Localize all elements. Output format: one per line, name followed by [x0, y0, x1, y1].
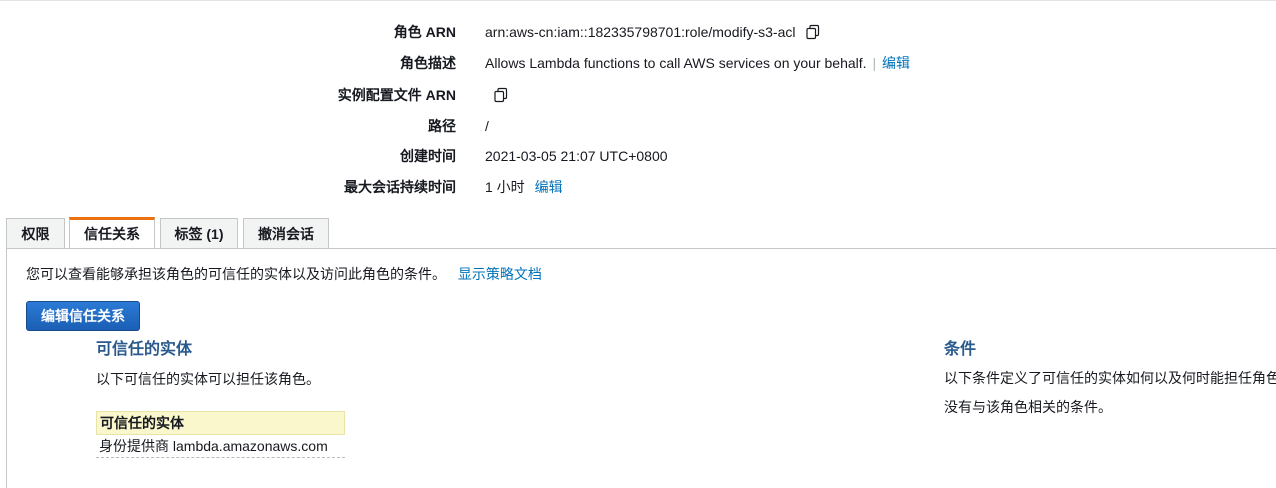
role-desc-edit-link[interactable]: 编辑: [882, 55, 910, 71]
trusted-entities-title: 可信任的实体: [96, 341, 193, 358]
panel-border: [6, 248, 7, 488]
table-row: 身份提供商 lambda.amazonaws.com: [96, 435, 345, 458]
show-policy-document-link[interactable]: 显示策略文档: [458, 266, 542, 282]
trust-intro-text: 您可以查看能够承担该角色的可信任的实体以及访问此角色的条件。: [26, 266, 446, 282]
role-desc-value: Allows Lambda functions to call AWS serv…: [485, 52, 910, 74]
conditions-empty-text: 没有与该角色相关的条件。: [944, 399, 1112, 415]
summary-row-role-arn: 角色 ARN arn:aws-cn:iam::182335798701:role…: [0, 21, 1276, 43]
summary-row-max-session: 最大会话持续时间 1 小时 编辑: [0, 176, 1276, 198]
max-session-value: 1 小时 编辑: [485, 176, 563, 198]
trust-intro: 您可以查看能够承担该角色的可信任的实体以及访问此角色的条件。 显示策略文档: [26, 264, 542, 284]
conditions-desc: 以下条件定义了可信任的实体如何以及何时能担任角色。: [944, 370, 1276, 386]
role-arn-value: arn:aws-cn:iam::182335798701:role/modify…: [485, 21, 821, 43]
tab-divider: [6, 248, 1276, 249]
created-label: 创建时间: [400, 148, 456, 164]
max-session-text: 1 小时: [485, 179, 525, 195]
max-session-edit-link[interactable]: 编辑: [535, 179, 563, 195]
conditions-title: 条件: [944, 341, 977, 358]
conditions-body: 以下条件定义了可信任的实体如何以及何时能担任角色。 没有与该角色相关的条件。: [944, 368, 1276, 428]
role-desc-text: Allows Lambda functions to call AWS serv…: [485, 55, 867, 71]
top-divider: [0, 0, 1276, 1]
instance-profile-label: 实例配置文件 ARN: [337, 87, 456, 103]
created-value: 2021-03-05 21:07 UTC+0800: [485, 148, 668, 164]
path-value: /: [485, 118, 489, 134]
role-desc-separator: |: [872, 55, 877, 71]
summary-row-role-desc: 角色描述 Allows Lambda functions to call AWS…: [0, 52, 1276, 74]
tab-permissions[interactable]: 权限: [6, 218, 65, 249]
role-desc-label: 角色描述: [400, 55, 456, 71]
trusted-entities-table: 可信任的实体 身份提供商 lambda.amazonaws.com: [96, 411, 345, 458]
tab-trust-relationships[interactable]: 信任关系: [69, 217, 155, 249]
path-label: 路径: [428, 118, 456, 134]
tab-revoke-sessions[interactable]: 撤消会话: [243, 218, 329, 249]
table-header: 可信任的实体: [96, 411, 345, 435]
role-arn-label: 角色 ARN: [393, 24, 456, 40]
role-arn-text: arn:aws-cn:iam::182335798701:role/modify…: [485, 24, 796, 40]
instance-profile-value: [487, 84, 509, 106]
trusted-entities-desc: 以下可信任的实体可以担任该角色。: [96, 371, 320, 387]
summary-row-instance-profile: 实例配置文件 ARN: [0, 84, 1276, 106]
edit-trust-relationship-button[interactable]: 编辑信任关系: [26, 301, 140, 331]
tab-tags[interactable]: 标签 (1): [160, 218, 238, 249]
copy-icon[interactable]: [493, 87, 509, 103]
copy-icon[interactable]: [805, 24, 821, 40]
max-session-label: 最大会话持续时间: [344, 179, 456, 195]
summary-row-path: 路径 /: [0, 115, 1276, 137]
summary-row-created: 创建时间 2021-03-05 21:07 UTC+0800: [0, 145, 1276, 167]
